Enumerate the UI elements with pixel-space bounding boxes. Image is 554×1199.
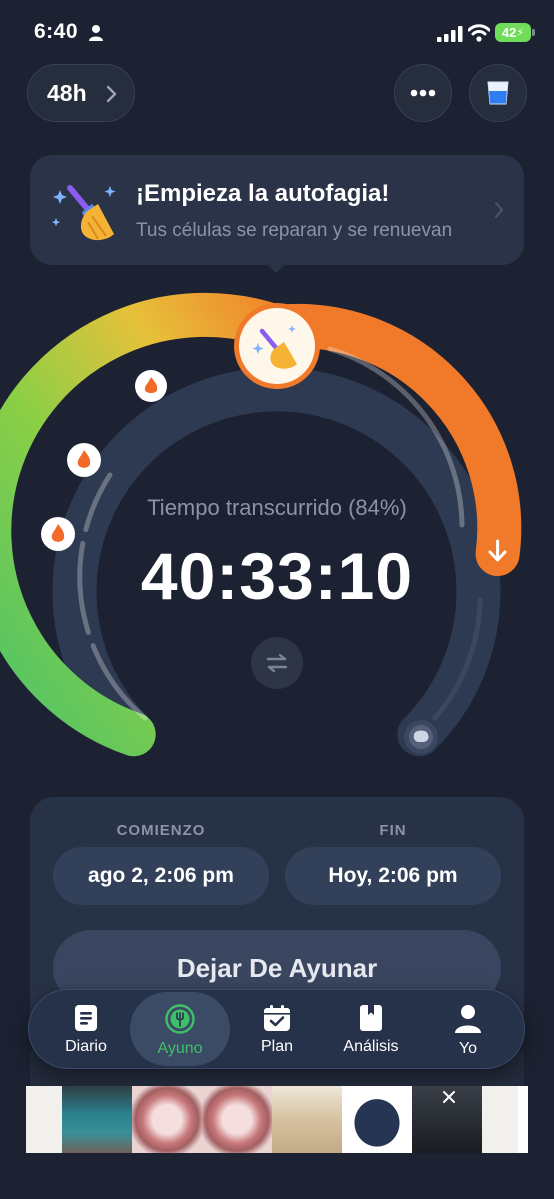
banner-pointer: [265, 262, 287, 273]
battery-indicator: 42 ⚡: [495, 23, 535, 42]
current-stage-badge: [234, 303, 320, 389]
tab-diario[interactable]: Diario: [36, 992, 136, 1066]
calendar-icon: [264, 1005, 290, 1031]
ad-image: [272, 1086, 342, 1153]
swap-view-button[interactable]: [251, 637, 303, 689]
tab-analisis[interactable]: Análisis: [321, 992, 421, 1066]
fasting-plan-button[interactable]: 48h: [27, 64, 135, 122]
fork-icon: [165, 1004, 195, 1034]
person-status-icon: [89, 25, 103, 41]
ad-image: [342, 1086, 412, 1153]
chevron-right-icon: [106, 85, 117, 103]
end-time-button[interactable]: Hoy, 2:06 pm: [285, 847, 501, 905]
tab-label: Ayuno: [157, 1040, 203, 1057]
ad-image: [482, 1086, 518, 1153]
banner-subtitle: Tus células se reparan y se renuevan: [136, 220, 453, 241]
fire-milestone-icon: [135, 370, 167, 402]
water-intake-button[interactable]: [469, 64, 527, 122]
elapsed-timer: 40:33:10: [140, 539, 414, 613]
ellipsis-icon: [410, 89, 436, 97]
chevron-right-icon: [495, 202, 504, 218]
ad-image: [132, 1086, 202, 1153]
close-icon[interactable]: [442, 1090, 456, 1104]
ad-image: [26, 1086, 62, 1153]
banner-title: ¡Empieza la autofagia!: [136, 180, 390, 207]
journal-icon: [75, 1005, 97, 1031]
tab-label: Plan: [260, 1038, 294, 1055]
tab-ayuno[interactable]: Ayuno: [130, 992, 230, 1066]
tab-yo[interactable]: Yo: [418, 992, 518, 1066]
cell-signal-icon: [437, 26, 463, 42]
brain-milestone-icon: [404, 720, 438, 754]
advertisement-banner[interactable]: [26, 1086, 528, 1153]
status-time: 6:40: [34, 20, 79, 43]
broom-sparkle-icon: [51, 185, 116, 241]
start-label: COMIENZO: [116, 822, 206, 839]
water-glass-icon: [487, 81, 509, 105]
ad-image: [62, 1086, 132, 1153]
tab-plan[interactable]: Plan: [227, 992, 327, 1066]
elapsed-time-label: Tiempo transcurrido (84%): [147, 495, 407, 520]
ad-image: [202, 1086, 272, 1153]
start-time-button[interactable]: ago 2, 2:06 pm: [53, 847, 269, 905]
fire-milestone-icon: [67, 443, 101, 477]
person-icon: [455, 1005, 481, 1033]
ad-image: [412, 1086, 482, 1153]
book-icon: [360, 1005, 382, 1031]
tab-label: Yo: [458, 1040, 478, 1057]
wifi-icon: [468, 24, 490, 42]
end-label: FIN: [379, 822, 407, 839]
tab-label: Diario: [65, 1038, 107, 1055]
more-options-button[interactable]: [394, 64, 452, 122]
swap-arrows-icon: [266, 653, 288, 673]
tab-label: Análisis: [343, 1038, 399, 1055]
fasting-plan-label: 48h: [47, 79, 87, 106]
